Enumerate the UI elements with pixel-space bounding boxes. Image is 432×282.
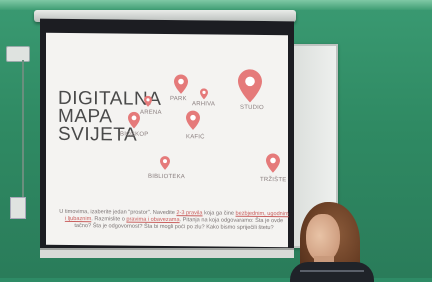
wall-cable bbox=[22, 60, 24, 200]
wall-switch bbox=[10, 197, 26, 219]
slide: DIGITALNA MAPA SVIJETA ARENA PARK ARHIVA… bbox=[52, 47, 294, 264]
location-label-bioskop: BIOSKOP bbox=[120, 131, 149, 138]
map-pin-icon bbox=[186, 110, 200, 130]
projector-screen: DIGITALNA MAPA SVIJETA ARENA PARK ARHIVA… bbox=[40, 18, 294, 252]
location-label-studio: STUDIO bbox=[240, 104, 264, 112]
wall-device bbox=[6, 46, 30, 62]
slide-instructions: U timovima, izaberite jedan "prostor". N… bbox=[58, 209, 290, 233]
map-pin-icon bbox=[128, 111, 140, 129]
map-pin-icon bbox=[160, 156, 170, 170]
ceiling-strip bbox=[0, 0, 432, 10]
instructions-text: koja ga čine bbox=[202, 210, 236, 217]
projector-screen-bar bbox=[40, 248, 294, 258]
presenter-shirt bbox=[290, 262, 374, 282]
map-pin-icon bbox=[174, 74, 188, 94]
map-pin-icon bbox=[238, 69, 262, 103]
location-label-arena: ARENA bbox=[140, 109, 162, 116]
location-label-arhiva: ARHIVA bbox=[192, 101, 216, 108]
location-label-biblioteka: BIBLIOTEKA bbox=[148, 173, 186, 181]
location-label-trziste: TRŽIŠTE bbox=[260, 176, 287, 184]
instructions-text: U timovima, izaberite jedan "prostor". N… bbox=[59, 208, 177, 217]
map-pin-icon bbox=[266, 153, 280, 173]
presenter-face bbox=[306, 214, 340, 262]
map-pin-icon bbox=[200, 88, 208, 100]
presenter-shirt-stripe bbox=[300, 270, 364, 272]
location-label-kafic: KAFIĆ bbox=[186, 134, 205, 141]
instructions-highlight: 2-3 pravila bbox=[176, 210, 203, 217]
instructions-highlight: pravima i obavezama bbox=[126, 216, 180, 224]
instructions-text: . Razmislite o bbox=[91, 216, 127, 223]
map-pin-icon bbox=[144, 95, 152, 107]
location-label-park: PARK bbox=[170, 96, 187, 103]
